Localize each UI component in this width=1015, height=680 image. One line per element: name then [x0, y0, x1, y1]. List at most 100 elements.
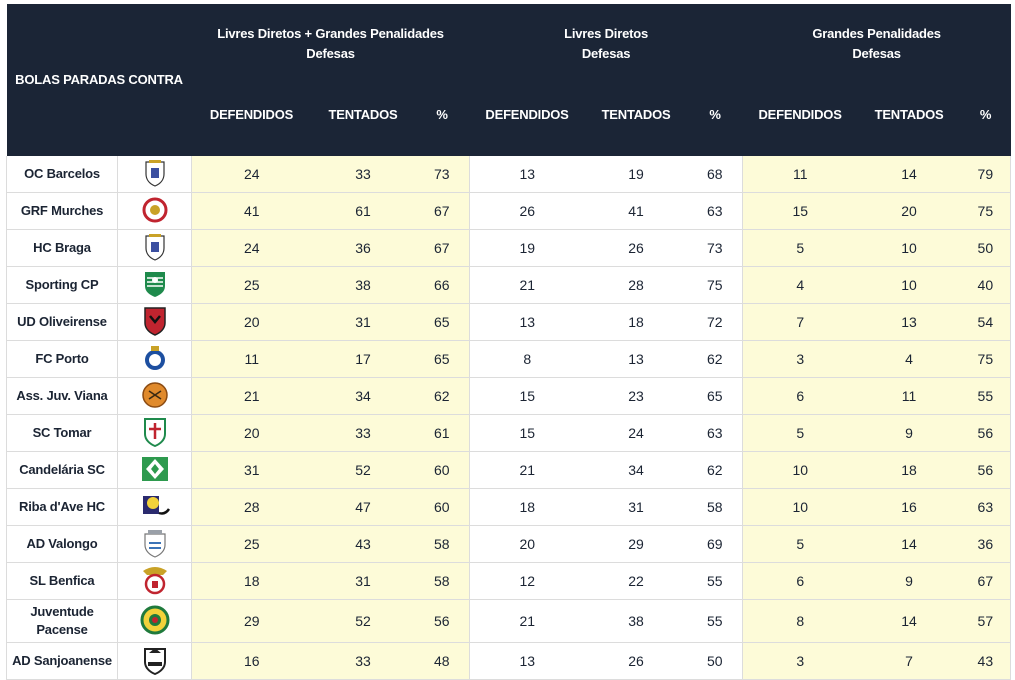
- col-pct: %: [687, 107, 743, 156]
- team-crest-cell: [117, 562, 192, 600]
- table-row: Sporting CP 25 38 66 21 28 75 4 10 40: [6, 266, 1012, 304]
- pen-attempted: 11: [857, 377, 961, 415]
- total-defended: 31: [191, 451, 312, 489]
- total-attempted: 31: [311, 562, 415, 600]
- pen-defended: 4: [742, 266, 858, 304]
- sl-benfica-crest-icon: [141, 565, 169, 598]
- pen-defended: 10: [742, 488, 858, 526]
- fk-pct: 62: [687, 340, 743, 378]
- col-defended: DEFENDIDOS: [191, 107, 312, 156]
- fk-pct: 50: [687, 642, 743, 680]
- fk-pct: 63: [687, 414, 743, 452]
- group-subtitle: Defesas: [852, 46, 901, 61]
- total-defended: 11: [191, 340, 312, 378]
- col-defended: DEFENDIDOS: [469, 107, 585, 156]
- total-attempted: 36: [311, 229, 415, 267]
- pen-attempted: 13: [857, 303, 961, 341]
- team-name: UD Oliveirense: [6, 303, 118, 341]
- team-crest-cell: [117, 451, 192, 489]
- fk-defended: 13: [469, 303, 585, 341]
- pen-pct: 43: [960, 642, 1012, 680]
- fk-defended: 13: [469, 642, 585, 680]
- total-attempted: 61: [311, 192, 415, 230]
- total-attempted: 33: [311, 642, 415, 680]
- fk-defended: 21: [469, 266, 585, 304]
- pen-pct: 40: [960, 266, 1012, 304]
- fk-attempted: 41: [584, 192, 688, 230]
- pen-attempted: 20: [857, 192, 961, 230]
- table-row: FC Porto 11 17 65 8 13 62 3 4 75: [6, 340, 1012, 378]
- total-attempted: 47: [311, 488, 415, 526]
- fk-attempted: 28: [584, 266, 688, 304]
- total-pct: 73: [414, 156, 470, 193]
- total-defended: 28: [191, 488, 312, 526]
- fk-defended: 12: [469, 562, 585, 600]
- total-pct: 61: [414, 414, 470, 452]
- team-name: AD Sanjoanense: [6, 642, 118, 680]
- fk-attempted: 34: [584, 451, 688, 489]
- fk-pct: 69: [687, 525, 743, 563]
- total-pct: 66: [414, 266, 470, 304]
- total-attempted: 52: [311, 599, 415, 643]
- team-name: SC Tomar: [6, 414, 118, 452]
- pen-attempted: 4: [857, 340, 961, 378]
- total-defended: 29: [191, 599, 312, 643]
- group-subtitle: Defesas: [306, 46, 355, 61]
- team-crest-cell: [117, 377, 192, 415]
- candelaria-sc-crest-icon: [140, 455, 170, 486]
- col-defended: DEFENDIDOS: [742, 107, 858, 156]
- col-attempted: TENTADOS: [857, 107, 961, 156]
- group-subtitle: Defesas: [581, 46, 631, 61]
- ad-sanjoanense-crest-icon: [143, 645, 167, 678]
- group-header-penalties: Grandes Penalidades Defesas: [742, 4, 1011, 107]
- pen-pct: 56: [960, 451, 1012, 489]
- fk-attempted: 31: [584, 488, 688, 526]
- fk-pct: 68: [687, 156, 743, 193]
- pen-attempted: 9: [857, 562, 961, 600]
- pen-defended: 6: [742, 377, 858, 415]
- hc-braga-crest-icon: [144, 233, 166, 264]
- total-pct: 58: [414, 525, 470, 563]
- table-row: Candelária SC 31 52 60 21 34 62 10 18 56: [6, 451, 1012, 489]
- team-name: Sporting CP: [6, 266, 118, 304]
- total-defended: 25: [191, 525, 312, 563]
- pen-defended: 3: [742, 340, 858, 378]
- team-name: GRF Murches: [6, 192, 118, 230]
- team-crest-cell: [117, 642, 192, 680]
- fk-attempted: 13: [584, 340, 688, 378]
- group-title: Livres Diretos + Grandes Penalidades: [217, 26, 444, 41]
- table-row: HC Braga 24 36 67 19 26 73 5 10 50: [6, 229, 1012, 267]
- pen-attempted: 10: [857, 266, 961, 304]
- total-defended: 18: [191, 562, 312, 600]
- fk-defended: 13: [469, 156, 585, 193]
- col-attempted: TENTADOS: [584, 107, 688, 156]
- team-name: FC Porto: [6, 340, 118, 378]
- pen-attempted: 10: [857, 229, 961, 267]
- pen-pct: 54: [960, 303, 1012, 341]
- team-name: HC Braga: [6, 229, 118, 267]
- pen-attempted: 7: [857, 642, 961, 680]
- total-attempted: 33: [311, 156, 415, 193]
- fk-attempted: 24: [584, 414, 688, 452]
- total-attempted: 31: [311, 303, 415, 341]
- total-defended: 20: [191, 303, 312, 341]
- fk-defended: 21: [469, 599, 585, 643]
- fk-attempted: 23: [584, 377, 688, 415]
- sc-tomar-crest-icon: [143, 417, 167, 450]
- pen-attempted: 14: [857, 599, 961, 643]
- pen-pct: 36: [960, 525, 1012, 563]
- fk-pct: 75: [687, 266, 743, 304]
- fk-pct: 55: [687, 562, 743, 600]
- fk-attempted: 38: [584, 599, 688, 643]
- juventude-pacense-crest-icon: [140, 605, 170, 638]
- total-defended: 21: [191, 377, 312, 415]
- pen-pct: 50: [960, 229, 1012, 267]
- team-crest-cell: [117, 525, 192, 563]
- fk-pct: 73: [687, 229, 743, 267]
- pen-pct: 75: [960, 192, 1012, 230]
- pen-defended: 5: [742, 525, 858, 563]
- fk-defended: 15: [469, 414, 585, 452]
- pen-defended: 11: [742, 156, 858, 193]
- pen-pct: 57: [960, 599, 1012, 643]
- table-row: Ass. Juv. Viana 21 34 62 15 23 65 6 11 55: [6, 377, 1012, 415]
